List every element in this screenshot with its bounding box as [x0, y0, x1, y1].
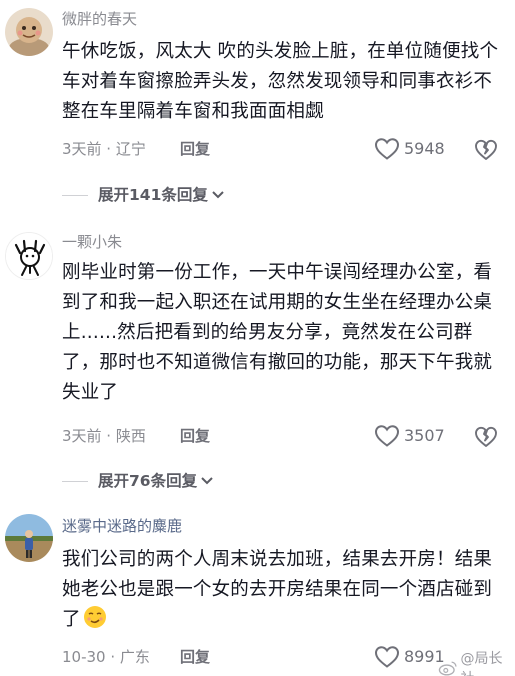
- avatar[interactable]: [5, 514, 53, 562]
- comment-text: 我们公司的两个人周末说去加班，结果去开房！结果她老公也是跟一个女的去开房结果在同…: [62, 545, 502, 635]
- smirk-emoji-icon: [83, 606, 106, 628]
- watermark: @局长社: [438, 648, 515, 676]
- chevron-down-icon: [212, 191, 224, 199]
- chevron-down-icon: [201, 477, 213, 485]
- comment-text: 午休吃饭，风太大 吹的头发脸上脏，在单位随便找个车对着车窗擦脸弄头发，忽然发现领…: [62, 41, 499, 122]
- broken-heart-icon[interactable]: [474, 425, 498, 449]
- comment-meta: 10-30 · 广东: [62, 648, 150, 666]
- comment-text-body: 我们公司的两个人周末说去加班，结果去开房！结果她老公也是跟一个女的去开房结果在同…: [62, 549, 493, 630]
- avatar[interactable]: [5, 8, 53, 56]
- expand-replies-button[interactable]: 展开141条回复: [62, 185, 225, 205]
- heart-outline-icon: [374, 138, 400, 160]
- expand-replies-label: 展开76条回复: [98, 472, 198, 490]
- username[interactable]: 微胖的春天: [62, 9, 137, 29]
- heart-outline-icon: [374, 425, 400, 447]
- divider-line: [62, 194, 88, 196]
- like-count: 5948: [404, 139, 445, 158]
- comment-meta: 3天前 · 陕西: [62, 427, 146, 445]
- expand-replies-button[interactable]: 展开76条回复: [62, 471, 214, 491]
- heart-outline-icon: [374, 646, 400, 668]
- reply-button[interactable]: 回复: [180, 647, 210, 667]
- broken-heart-icon[interactable]: [474, 138, 498, 162]
- username[interactable]: 一颗小朱: [62, 232, 122, 252]
- weibo-icon: [438, 661, 457, 676]
- avatar[interactable]: [5, 232, 53, 280]
- like-button[interactable]: 3507: [374, 424, 445, 448]
- like-button[interactable]: 8991: [374, 645, 445, 669]
- like-count: 3507: [404, 426, 445, 445]
- comment-meta: 3天前 · 辽宁: [62, 140, 146, 158]
- username[interactable]: 迷雾中迷路的麋鹿: [62, 516, 182, 536]
- reply-button[interactable]: 回复: [180, 139, 210, 159]
- reply-button[interactable]: 回复: [180, 426, 210, 446]
- watermark-text: @局长社: [460, 651, 503, 676]
- comment-text: 刚毕业时第一份工作，一天中午误闯经理办公室，看到了和我一起入职还在试用期的女生坐…: [62, 262, 493, 403]
- like-button[interactable]: 5948: [374, 137, 445, 161]
- divider-line: [62, 480, 88, 482]
- expand-replies-label: 展开141条回复: [98, 186, 208, 204]
